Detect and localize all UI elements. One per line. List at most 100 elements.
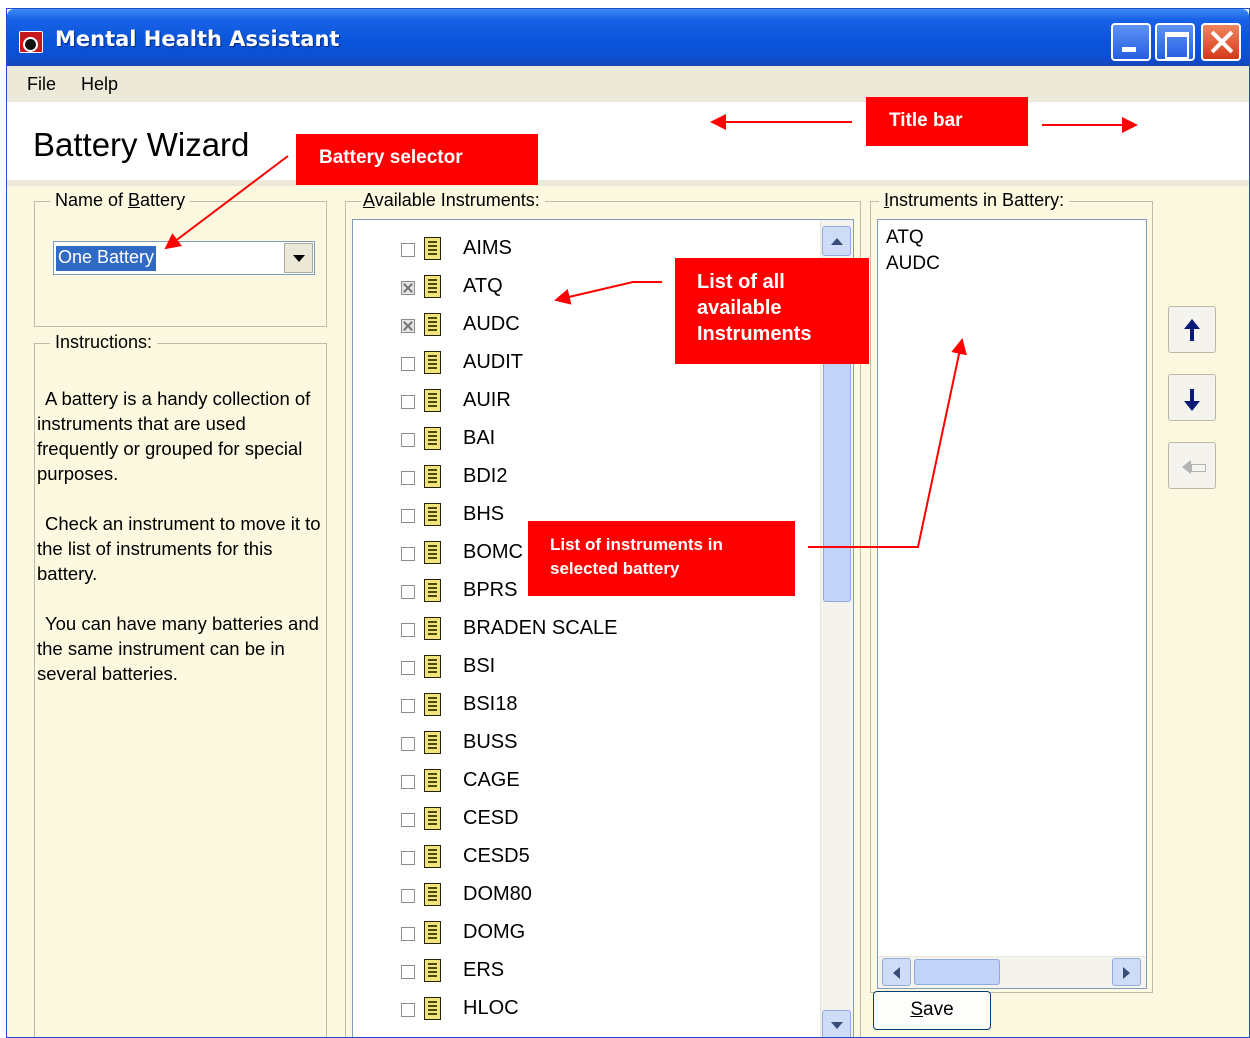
- instrument-label: AUDIT: [463, 351, 523, 373]
- menu-help[interactable]: Help: [81, 74, 118, 95]
- instrument-checkbox[interactable]: [401, 509, 415, 523]
- scroll-left-button[interactable]: [882, 958, 911, 986]
- instrument-checkbox[interactable]: [401, 775, 415, 789]
- instrument-checkbox[interactable]: [401, 281, 415, 295]
- document-icon: [424, 503, 441, 526]
- document-icon: [424, 427, 441, 450]
- instrument-checkbox[interactable]: [401, 357, 415, 371]
- arrow-down-icon: [1184, 387, 1200, 411]
- list-item[interactable]: DOM80: [353, 876, 813, 914]
- instrument-label: BSI18: [463, 693, 518, 715]
- battery-instruments-list[interactable]: ATQ AUDC: [877, 219, 1147, 989]
- instrument-checkbox[interactable]: [401, 471, 415, 485]
- list-item[interactable]: HLOC: [353, 990, 813, 1028]
- page-title: Battery Wizard: [33, 126, 250, 163]
- menu-file[interactable]: File: [27, 74, 56, 95]
- instrument-checkbox[interactable]: [401, 243, 415, 257]
- document-icon: [424, 389, 441, 412]
- instrument-checkbox[interactable]: [401, 965, 415, 979]
- move-up-button[interactable]: [1168, 306, 1216, 353]
- list-item[interactable]: CAGE: [353, 762, 813, 800]
- scroll-up-button[interactable]: [822, 226, 851, 256]
- document-icon: [424, 617, 441, 640]
- document-icon: [424, 655, 441, 678]
- instrument-checkbox[interactable]: [401, 395, 415, 409]
- instrument-checkbox[interactable]: [401, 737, 415, 751]
- list-item[interactable]: AUIR: [353, 382, 813, 420]
- document-icon: [424, 351, 441, 374]
- instrument-checkbox[interactable]: [401, 319, 415, 333]
- instrument-checkbox[interactable]: [401, 585, 415, 599]
- instrument-checkbox[interactable]: [401, 547, 415, 561]
- document-icon: [424, 541, 441, 564]
- remove-instrument-button[interactable]: [1168, 442, 1216, 489]
- list-item[interactable]: BAI: [353, 420, 813, 458]
- maximize-button[interactable]: [1155, 23, 1195, 61]
- list-item[interactable]: AUDC: [886, 253, 940, 275]
- instrument-checkbox[interactable]: [401, 889, 415, 903]
- move-down-button[interactable]: [1168, 374, 1216, 421]
- close-button[interactable]: [1201, 23, 1241, 61]
- annotation-line: Instruments: [697, 323, 812, 345]
- document-icon: [424, 731, 441, 754]
- instrument-label: BPRS: [463, 579, 518, 601]
- scroll-thumb[interactable]: [914, 959, 1000, 985]
- app-logo-icon[interactable]: [19, 31, 43, 53]
- document-icon: [424, 807, 441, 830]
- instructions-text: A battery is a handy collection of instr…: [37, 386, 329, 711]
- instrument-checkbox[interactable]: [401, 699, 415, 713]
- list-item[interactable]: BUSS: [353, 724, 813, 762]
- list-item[interactable]: CESD: [353, 800, 813, 838]
- list-item[interactable]: BRADEN SCALE: [353, 610, 813, 648]
- list-item[interactable]: CESD5: [353, 838, 813, 876]
- instrument-label: BOMC: [463, 541, 523, 563]
- list-item[interactable]: BDI2: [353, 458, 813, 496]
- instrument-checkbox[interactable]: [401, 1003, 415, 1017]
- available-instruments-label: Available Instruments:: [361, 190, 545, 211]
- instrument-label: CESD: [463, 807, 519, 829]
- instrument-checkbox[interactable]: [401, 661, 415, 675]
- instrument-checkbox[interactable]: [401, 623, 415, 637]
- menu-bar: File Help: [7, 66, 1249, 102]
- document-icon: [424, 883, 441, 906]
- list-item[interactable]: BSI: [353, 648, 813, 686]
- annotation-line: List of instruments in: [550, 535, 723, 554]
- arrow-up-icon: [1184, 319, 1200, 343]
- battery-instruments-label: Instruments in Battery:: [879, 190, 1070, 211]
- annotation-battery-list: List of instruments in selected battery: [528, 521, 795, 596]
- save-button[interactable]: Save: [873, 991, 991, 1030]
- document-icon: [424, 465, 441, 488]
- chevron-down-icon[interactable]: [284, 243, 313, 273]
- header: Battery Wizard: [7, 102, 1249, 180]
- instrument-label: AIMS: [463, 237, 512, 259]
- document-icon: [424, 275, 441, 298]
- list-item[interactable]: DOMG: [353, 914, 813, 952]
- title-bar[interactable]: Mental Health Assistant: [7, 9, 1249, 66]
- instrument-checkbox[interactable]: [401, 813, 415, 827]
- document-icon: [424, 693, 441, 716]
- annotation-available-list: List of all available Instruments: [675, 258, 869, 364]
- document-icon: [424, 237, 441, 260]
- list-item[interactable]: ERS: [353, 952, 813, 990]
- instrument-checkbox[interactable]: [401, 927, 415, 941]
- instructions-paragraph: A battery is a handy collection of instr…: [37, 388, 311, 484]
- instrument-label: DOM80: [463, 883, 532, 905]
- instrument-label: BAI: [463, 427, 496, 449]
- minimize-button[interactable]: [1111, 23, 1151, 61]
- battery-selector[interactable]: One Battery: [53, 241, 315, 275]
- instrument-label: ATQ: [463, 275, 503, 297]
- window-title: Mental Health Assistant: [55, 27, 340, 51]
- instructions-label: Instructions:: [50, 332, 158, 353]
- instrument-checkbox[interactable]: [401, 433, 415, 447]
- horizontal-scrollbar[interactable]: [878, 956, 1146, 988]
- scroll-right-button[interactable]: [1112, 958, 1141, 986]
- instrument-label: BDI2: [463, 465, 508, 487]
- document-icon: [424, 845, 441, 868]
- instructions-paragraph: Check an instrument to move it to the li…: [37, 513, 321, 584]
- scroll-down-button[interactable]: [822, 1010, 851, 1037]
- list-item[interactable]: BSI18: [353, 686, 813, 724]
- list-item[interactable]: ATQ: [886, 227, 924, 249]
- document-icon: [424, 997, 441, 1020]
- instrument-checkbox[interactable]: [401, 851, 415, 865]
- annotation-line: List of all: [697, 271, 785, 293]
